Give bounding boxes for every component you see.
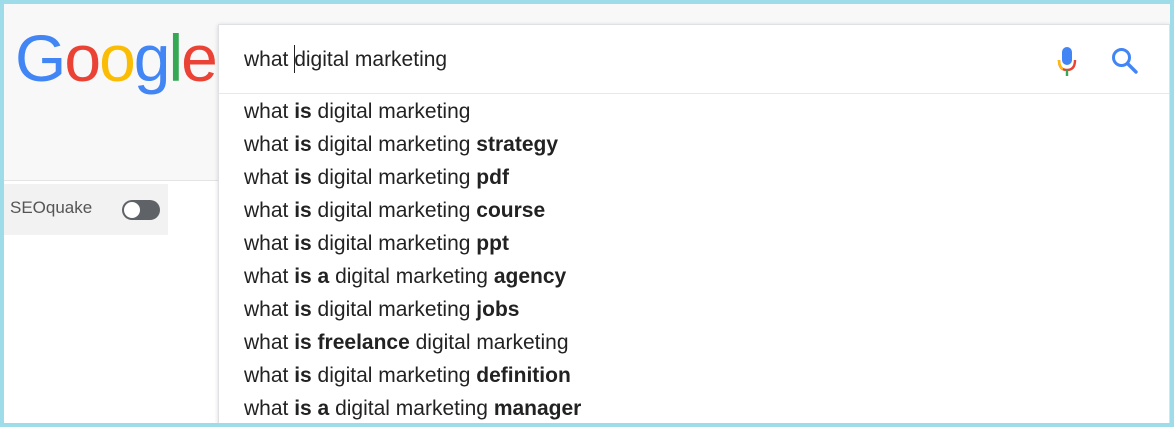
suggestion-completion: definition	[476, 364, 571, 387]
logo-letter: o	[99, 21, 136, 95]
suggestion-item[interactable]: what is digital marketing jobs	[219, 293, 1169, 326]
suggestion-completion: pdf	[476, 166, 509, 189]
suggestion-text: digital marketing	[311, 199, 477, 222]
suggestion-text: what	[244, 100, 295, 123]
suggestion-item[interactable]: what is digital marketing ppt	[219, 227, 1169, 260]
suggestion-item[interactable]: what is digital marketing pdf	[219, 161, 1169, 194]
suggestion-completion: manager	[493, 397, 582, 420]
suggestion-completion: is	[294, 199, 312, 222]
logo-letter: e	[181, 21, 218, 95]
suggestion-completion: is a	[294, 397, 330, 420]
suggestion-completion: course	[476, 199, 546, 222]
logo-letter: g	[133, 21, 171, 95]
toggle-knob	[124, 202, 140, 218]
suggestion-text: digital marketing	[329, 265, 494, 288]
suggestion-text: what	[244, 232, 295, 255]
suggestion-text: what	[244, 166, 295, 189]
suggestion-text: digital marketing	[409, 331, 569, 354]
suggestion-text: digital marketing	[311, 100, 471, 123]
suggestion-text: digital marketing	[311, 166, 477, 189]
search-icon[interactable]	[1109, 45, 1141, 77]
suggestion-text: digital marketing	[311, 232, 477, 255]
suggestion-text: what	[244, 265, 295, 288]
text-caret	[294, 45, 295, 73]
seoquake-panel: SEOquake	[4, 184, 168, 235]
suggestion-item[interactable]: what is digital marketing	[219, 95, 1169, 128]
suggestion-completion: is	[294, 364, 312, 387]
logo-letter: l	[168, 21, 184, 95]
suggestion-text: what	[244, 199, 295, 222]
suggestion-text: what	[244, 397, 295, 420]
suggestion-list: what is digital marketing what is digital…	[219, 95, 1169, 423]
suggestion-text: digital marketing	[311, 364, 477, 387]
logo-letter: o	[64, 21, 101, 95]
suggestion-item[interactable]: what is freelance digital marketing	[219, 326, 1169, 359]
seoquake-toggle[interactable]	[122, 200, 160, 220]
suggestion-item[interactable]: what is a digital marketing manager	[219, 392, 1169, 423]
suggestion-completion: ppt	[476, 232, 509, 255]
suggestion-item[interactable]: what is digital marketing strategy	[219, 128, 1169, 161]
suggestion-completion: strategy	[476, 133, 558, 156]
seoquake-label: SEOquake	[10, 198, 93, 217]
suggestion-text: what	[244, 133, 295, 156]
suggestion-text: digital marketing	[311, 133, 477, 156]
suggestion-completion: is freelance	[294, 331, 410, 354]
suggestion-text: digital marketing	[329, 397, 494, 420]
suggestion-completion: is	[294, 166, 312, 189]
suggestion-text: what	[244, 364, 295, 387]
query-row[interactable]: what digital marketing	[219, 25, 1169, 94]
google-logo[interactable]: Google	[15, 20, 218, 96]
suggestion-completion: is	[294, 100, 312, 123]
browser-viewport: Google SEOquake what digital marketing w…	[4, 4, 1170, 423]
search-input[interactable]: what digital marketing	[244, 48, 447, 72]
suggestion-item[interactable]: what is digital marketing definition	[219, 359, 1169, 392]
header-divider	[4, 180, 218, 181]
suggestion-text: what	[244, 331, 295, 354]
suggestion-completion: is	[294, 298, 312, 321]
suggestion-completion: jobs	[476, 298, 520, 321]
suggestion-item[interactable]: what is a digital marketing agency	[219, 260, 1169, 293]
logo-letter: G	[15, 21, 66, 95]
suggestion-completion: is a	[294, 265, 330, 288]
suggestion-completion: agency	[493, 265, 567, 288]
search-box: what digital marketing what is digital m…	[218, 24, 1170, 423]
suggestion-completion: is	[294, 133, 312, 156]
suggestion-completion: is	[294, 232, 312, 255]
suggestion-text: what	[244, 298, 295, 321]
microphone-icon[interactable]	[1055, 45, 1079, 79]
suggestion-item[interactable]: what is digital marketing course	[219, 194, 1169, 227]
suggestion-text: digital marketing	[311, 298, 477, 321]
